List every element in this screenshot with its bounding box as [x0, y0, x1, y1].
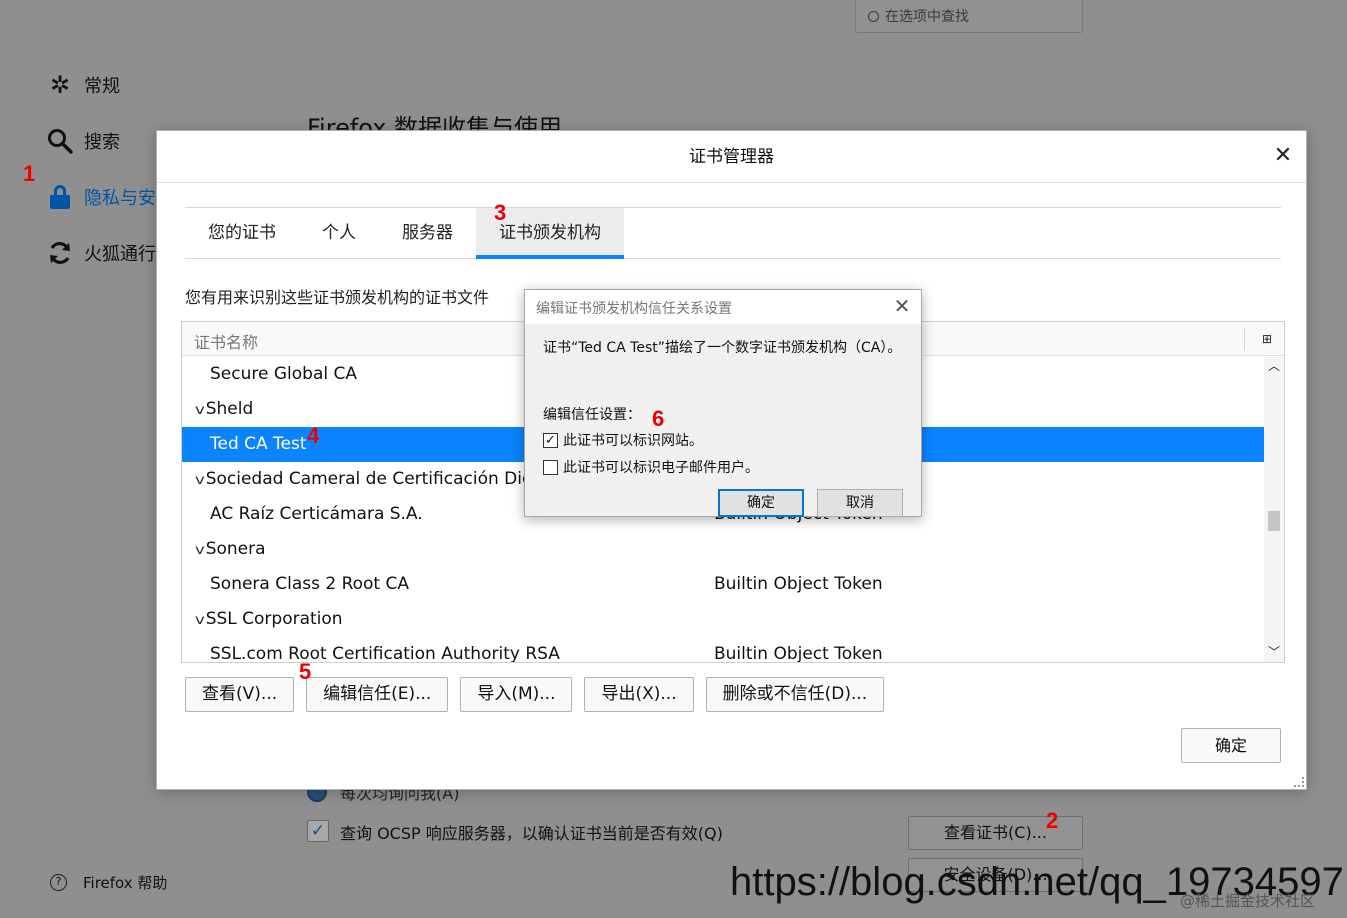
annotation-step-3: 3	[494, 200, 507, 225]
search-icon	[46, 127, 74, 155]
checkbox-label: 此证书可以标识电子邮件用户。	[563, 460, 759, 476]
search-placeholder: 在选项中查找	[885, 9, 969, 25]
tree-row[interactable]: SSL.com Root Certification Authority RSA…	[182, 637, 1265, 662]
export-button[interactable]: 导出(X)...	[584, 677, 694, 712]
checkbox-unchecked-icon[interactable]	[543, 459, 558, 475]
close-icon[interactable]: ✕	[891, 294, 913, 318]
lock-icon	[46, 183, 74, 211]
annotation-step-1: 1	[23, 161, 36, 186]
sidebar-item-general[interactable]: ✲ 常规	[46, 70, 120, 100]
tree-group-row[interactable]: vSonera	[182, 532, 1265, 567]
tab-bar: 您的证书 个人 服务器 证书颁发机构	[185, 207, 1281, 259]
action-buttons: 查看(V)... 编辑信任(E)... 导入(M)... 导出(X)... 删除…	[185, 677, 896, 712]
ocsp-label: 查询 OCSP 响应服务器，以确认证书当前是否有效(Q)	[340, 824, 723, 843]
edit-trust-button[interactable]: 编辑信任(E)...	[306, 677, 449, 712]
tab-servers[interactable]: 服务器	[379, 208, 476, 259]
annotation-step-4: 4	[307, 423, 320, 448]
sidebar-item-label: 火狐通行	[84, 244, 156, 265]
annotation-step-5: 5	[299, 659, 312, 684]
help-label: Firefox 帮助	[83, 874, 168, 892]
twisty-icon[interactable]: v	[195, 613, 205, 628]
trust-cancel-button[interactable]: 取消	[817, 489, 903, 517]
sidebar-item-search[interactable]: 搜索	[46, 126, 120, 156]
tab-people[interactable]: 个人	[299, 208, 379, 259]
preferences-search-input[interactable]: 在选项中查找	[855, 0, 1083, 33]
sidebar-item-privacy[interactable]: 隐私与安	[46, 182, 156, 212]
tab-description: 您有用来识别这些证书颁发机构的证书文件	[185, 288, 490, 307]
checkbox-label: 此证书可以标识网站。	[563, 433, 703, 449]
view-button[interactable]: 查看(V)...	[185, 677, 295, 712]
scroll-up-icon[interactable]: ︿	[1264, 357, 1284, 377]
scroll-thumb[interactable]	[1268, 511, 1280, 531]
edit-ca-trust-dialog: 编辑证书颁发机构信任关系设置 ✕ 证书“Ted CA Test”描绘了一个数字证…	[524, 289, 922, 517]
tab-your-certificates[interactable]: 您的证书	[185, 208, 299, 259]
tree-group-row[interactable]: vSSL Corporation	[182, 602, 1265, 637]
trust-message: 证书“Ted CA Test”描绘了一个数字证书颁发机构（CA）。	[543, 340, 902, 356]
trust-email-checkbox[interactable]: 此证书可以标识电子邮件用户。	[543, 457, 759, 477]
sidebar-item-label: 常规	[84, 76, 120, 97]
close-icon[interactable]: ✕	[1270, 143, 1296, 169]
annotation-step-2: 2	[1046, 808, 1059, 833]
column-picker-icon[interactable]: ⊞	[1244, 328, 1272, 350]
checkbox-checked-icon[interactable]: ✓	[543, 432, 558, 448]
help-icon: ?	[50, 874, 67, 891]
delete-or-distrust-button[interactable]: 删除或不信任(D)...	[705, 677, 885, 712]
scroll-down-icon[interactable]: ﹀	[1264, 643, 1284, 662]
twisty-icon[interactable]: v	[195, 543, 205, 558]
tree-scrollbar[interactable]: ︿ ﹀	[1264, 357, 1284, 662]
firefox-help-link[interactable]: ? Firefox 帮助	[50, 872, 167, 893]
trust-ok-button[interactable]: 确定	[718, 489, 804, 517]
watermark-small: @稀土掘金技术社区	[1180, 892, 1316, 910]
trust-websites-checkbox[interactable]: ✓ 此证书可以标识网站。	[543, 430, 703, 450]
annotation-step-6: 6	[652, 406, 665, 431]
sidebar-item-sync[interactable]: 火狐通行	[46, 238, 156, 268]
dialog-title: 编辑证书颁发机构信任关系设置	[525, 290, 921, 324]
sidebar-item-label: 搜索	[84, 132, 120, 153]
twisty-icon[interactable]: v	[195, 403, 205, 418]
sync-icon	[46, 239, 74, 267]
tree-row[interactable]: Sonera Class 2 Root CA Builtin Object Tok…	[182, 567, 1265, 602]
sidebar-item-label: 隐私与安	[84, 188, 156, 209]
import-button[interactable]: 导入(M)...	[460, 677, 573, 712]
column-header-name[interactable]: 证书名称	[194, 329, 258, 353]
search-icon	[868, 11, 879, 22]
twisty-icon[interactable]: v	[195, 473, 205, 488]
trust-subheading: 编辑信任设置：	[543, 407, 641, 423]
ocsp-checkbox[interactable]: ✓	[307, 820, 329, 842]
ok-button[interactable]: 确定	[1181, 728, 1281, 763]
dialog-title: 证书管理器	[157, 131, 1306, 183]
resize-grip-icon[interactable]	[1294, 777, 1304, 787]
gear-icon: ✲	[49, 71, 71, 99]
